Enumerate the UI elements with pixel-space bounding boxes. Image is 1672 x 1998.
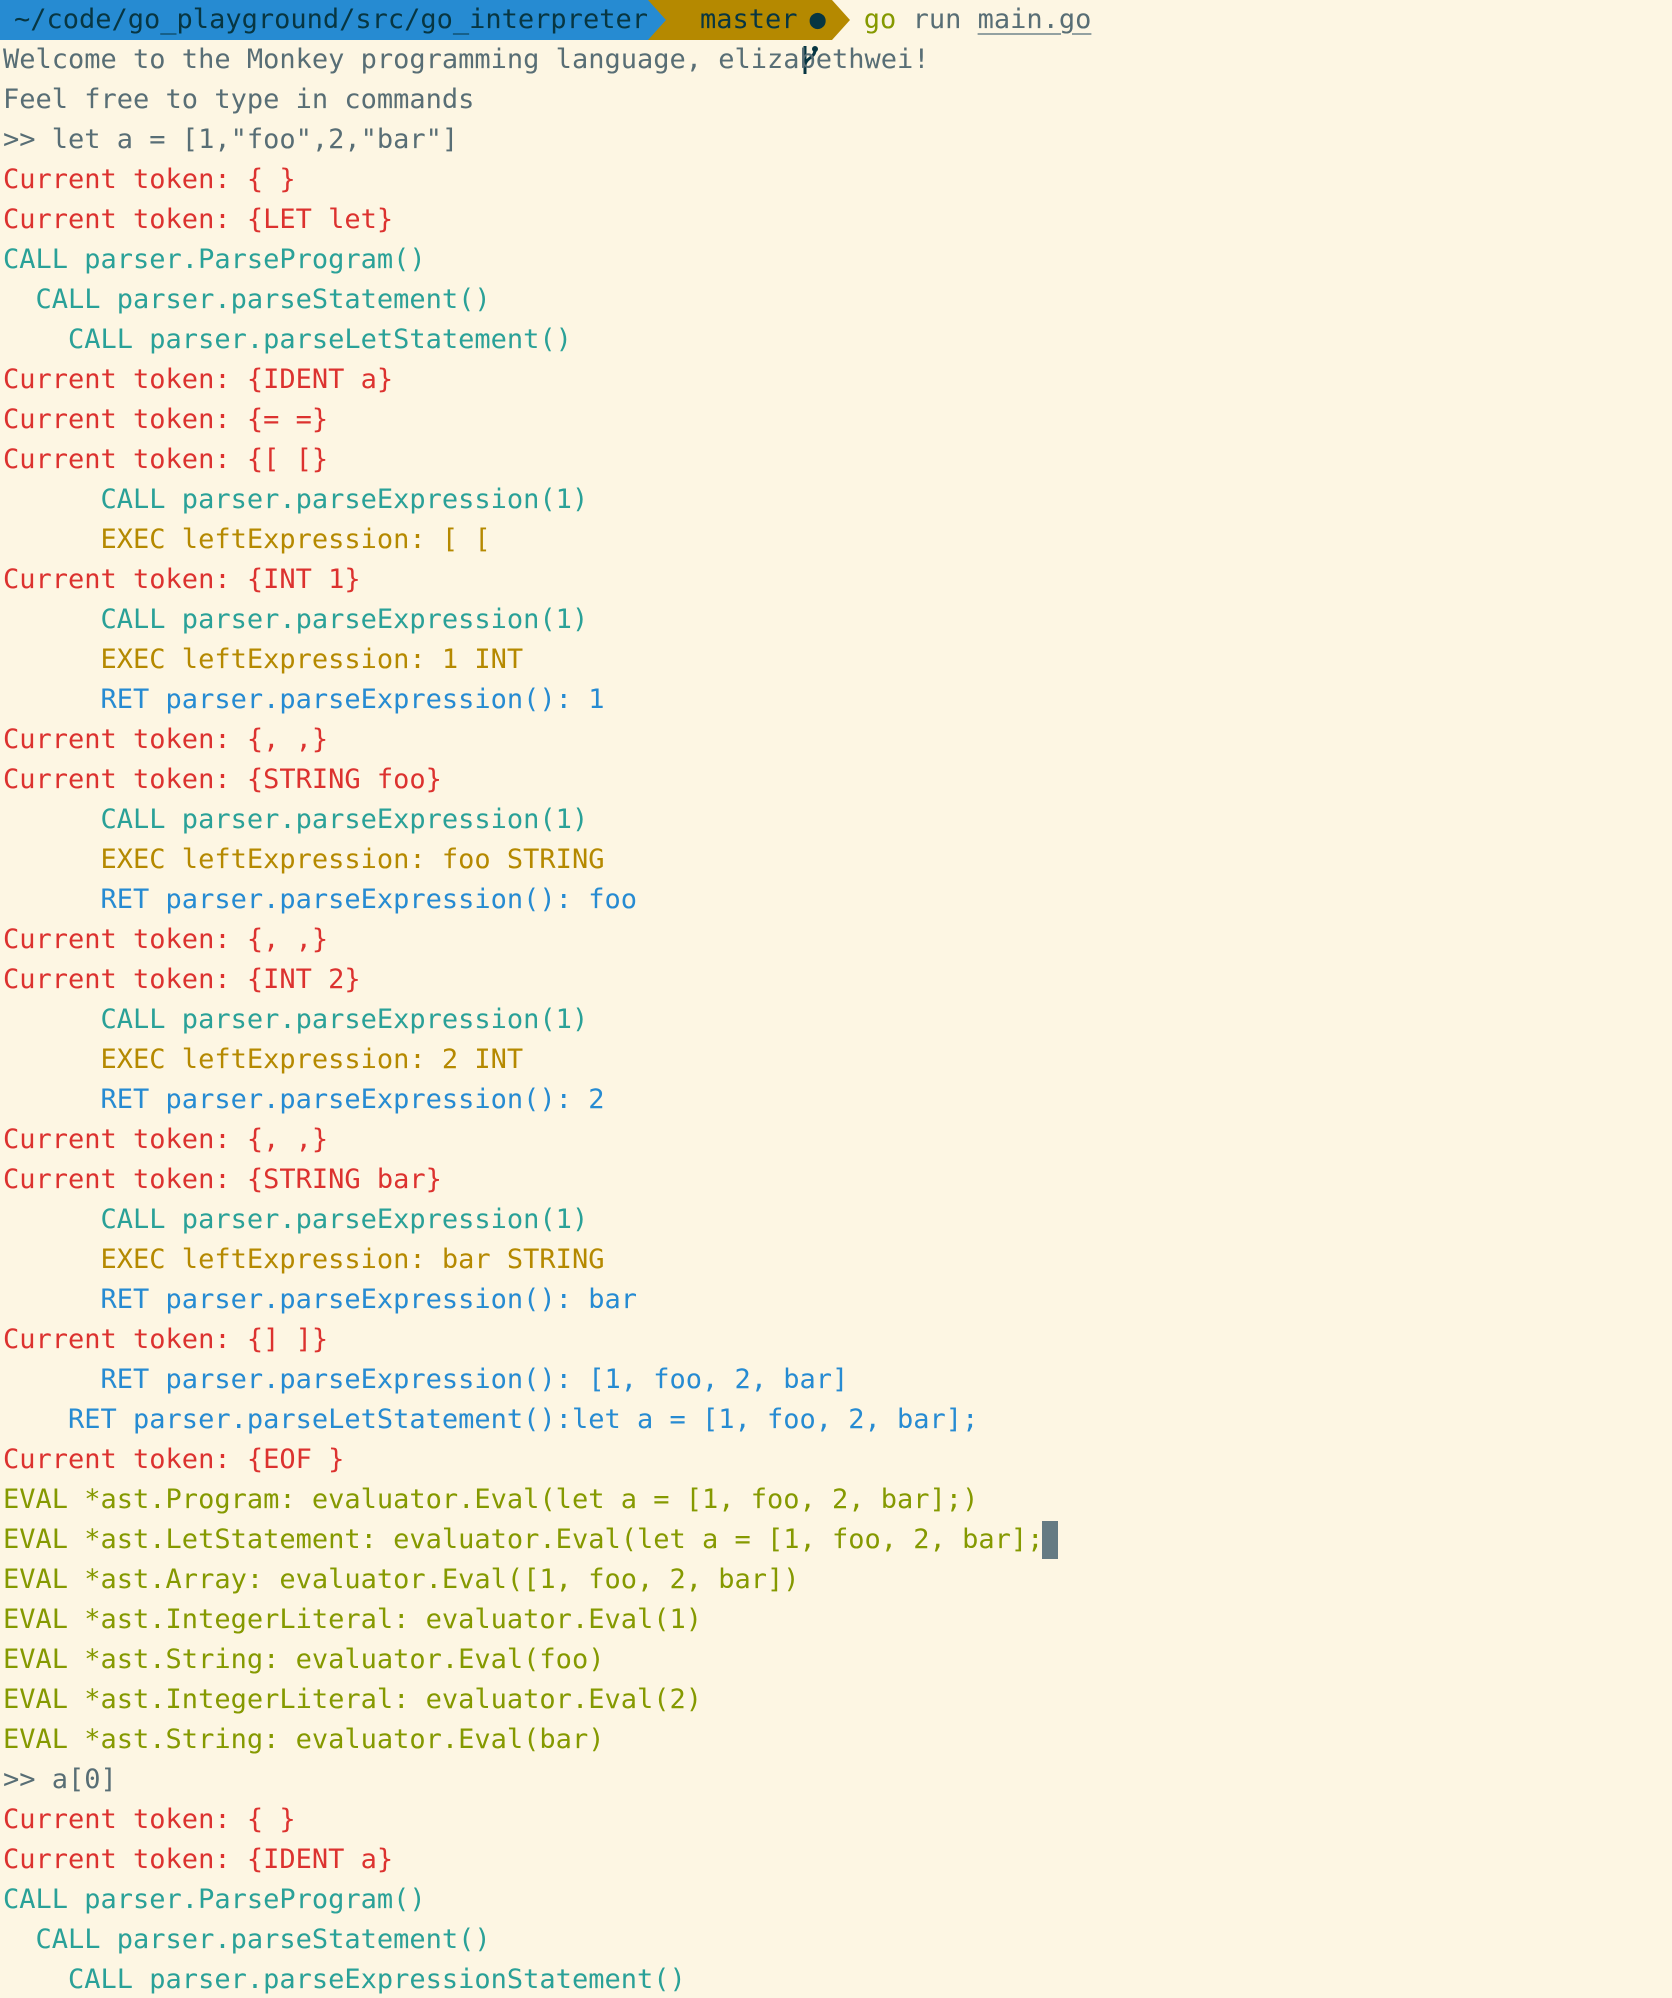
output-line: EXEC leftExpression: foo STRING [3, 844, 605, 875]
prompt-path-segment: ~/code/go_playground/src/go_interpreter [0, 0, 648, 40]
output-line: RET parser.parseExpression(): 1 [3, 684, 605, 715]
output-line: Current token: { } [3, 1804, 296, 1835]
powerline-separator [831, 0, 850, 40]
git-branch-icon [670, 4, 819, 74]
output-line: EXEC leftExpression: [ [ [3, 524, 491, 555]
output-line: Current token: {IDENT a} [3, 1844, 394, 1875]
output-line: CALL parser.parseStatement() [3, 284, 491, 315]
output-line: EXEC leftExpression: bar STRING [3, 1244, 605, 1275]
output-line: EVAL *ast.Program: evaluator.Eval(let a … [3, 1484, 979, 1515]
output-line: CALL parser.ParseProgram() [3, 244, 426, 275]
output-line: EVAL *ast.IntegerLiteral: evaluator.Eval… [3, 1604, 702, 1635]
output-line: Current token: {LET let} [3, 204, 394, 235]
git-branch-name: master [699, 4, 798, 35]
output-line: CALL parser.ParseProgram() [3, 1884, 426, 1915]
output-line: EVAL *ast.IntegerLiteral: evaluator.Eval… [3, 1684, 702, 1715]
output-line: Current token: {INT 1} [3, 564, 361, 595]
output-line: RET parser.parseExpression(): [1, foo, 2… [3, 1364, 849, 1395]
prompt-git-segment: master ● [665, 0, 832, 74]
output-line: Current token: {] ]} [3, 1324, 329, 1355]
output-line: RET parser.parseExpression(): foo [3, 884, 637, 915]
output-line: CALL parser.parseExpression(1) [3, 484, 589, 515]
shell-prompt: ~/code/go_playground/src/go_interpreter … [0, 0, 1092, 74]
text-cursor [1042, 1521, 1058, 1559]
output-line: Current token: {EOF } [3, 1444, 345, 1475]
output-line: CALL parser.parseExpressionStatement() [3, 1964, 686, 1995]
output-line: Current token: {[ [} [3, 444, 329, 475]
output-line: >> let a = [1,"foo",2,"bar"] [3, 124, 459, 155]
output-line: Current token: {, ,} [3, 1124, 329, 1155]
output-line: Current token: { } [3, 164, 296, 195]
command-run: run [912, 4, 962, 35]
output-line: CALL parser.parseExpression(1) [3, 604, 589, 635]
output-line: CALL parser.parseStatement() [3, 1924, 491, 1955]
output-line: Current token: {= =} [3, 404, 329, 435]
output-line: CALL parser.parseLetStatement() [3, 324, 572, 355]
output-line: RET parser.parseExpression(): 2 [3, 1084, 605, 1115]
output-line: EVAL *ast.String: evaluator.Eval(bar) [3, 1724, 605, 1755]
output-line: RET parser.parseExpression(): bar [3, 1284, 637, 1315]
output-line: EXEC leftExpression: 1 INT [3, 644, 524, 675]
output-line: Welcome to the Monkey programming langua… [3, 44, 930, 75]
output-line: Current token: {STRING bar} [3, 1164, 442, 1195]
command-go: go [863, 4, 897, 35]
command-file: main.go [977, 4, 1092, 35]
output-line: EVAL *ast.String: evaluator.Eval(foo) [3, 1644, 605, 1675]
output-line: CALL parser.parseExpression(1) [3, 1204, 589, 1235]
terminal-window[interactable]: ~/code/go_playground/src/go_interpreter … [0, 0, 1672, 1998]
typed-command: go run main.go [850, 0, 1092, 40]
output-line: RET parser.parseLetStatement():let a = [… [3, 1404, 979, 1435]
git-dirty-indicator: ● [809, 4, 826, 35]
output-line: CALL parser.parseExpression(1) [3, 804, 589, 835]
powerline-separator [647, 0, 666, 40]
output-line: Current token: {IDENT a} [3, 364, 394, 395]
output-line: Current token: {INT 2} [3, 964, 361, 995]
output-line: Current token: {STRING foo} [3, 764, 442, 795]
output-line: Current token: {, ,} [3, 924, 329, 955]
prompt-path: ~/code/go_playground/src/go_interpreter [14, 4, 648, 35]
output-line: EVAL *ast.Array: evaluator.Eval([1, foo,… [3, 1564, 800, 1595]
output-line: CALL parser.parseExpression(1) [3, 1004, 589, 1035]
output-line: Current token: {, ,} [3, 724, 329, 755]
output-line: EXEC leftExpression: 2 INT [3, 1044, 524, 1075]
output-line: EVAL *ast.LetStatement: evaluator.Eval(l… [3, 1524, 1060, 1555]
output-line: Feel free to type in commands [3, 84, 475, 115]
output-line: >> a[0] [3, 1764, 117, 1795]
